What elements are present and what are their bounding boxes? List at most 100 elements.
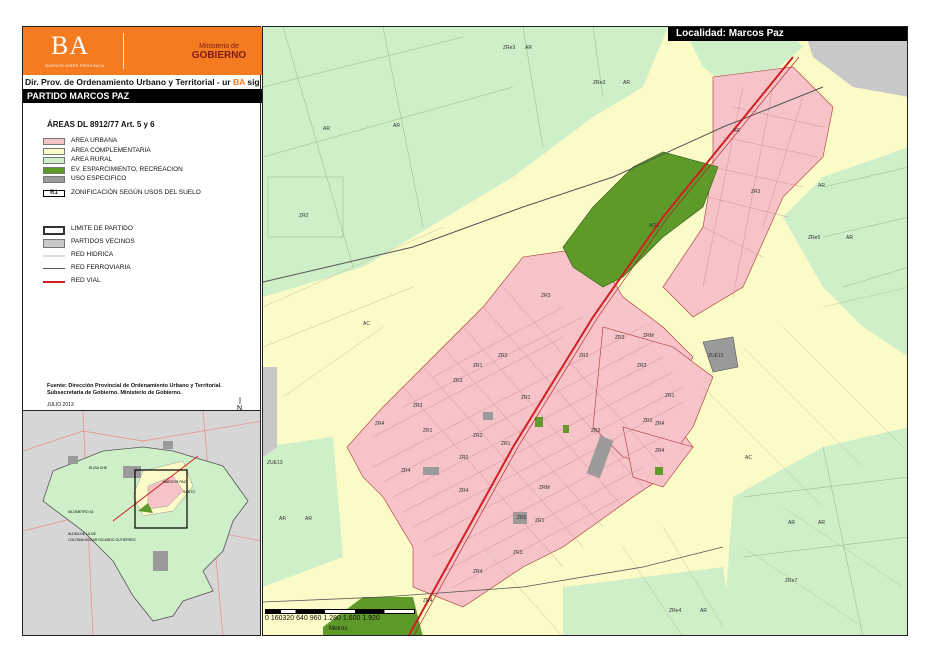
swatch-neighbors	[43, 239, 65, 248]
legend-item-road: RED VIAL	[43, 277, 253, 290]
locality-title: Localidad: Marcos Paz	[668, 27, 907, 41]
legend-label: USO ESPECIFICO	[71, 175, 127, 182]
areas-legend: AREA URBANA AREA COMPLEMENTARIA AREA RUR…	[43, 137, 253, 198]
zone-label: ZR2	[579, 353, 589, 359]
map-date: JULIO 2013	[47, 402, 74, 408]
zoning-label: ZONIFICACIÓN SEGÚN USOS DEL SUELO	[71, 188, 201, 196]
swatch-recreation	[43, 166, 65, 174]
zone-label: ZRM	[643, 333, 654, 339]
overview-map-canvas: ELISA CHE MARCOS PAZ SANTO KILOMETRO 42 …	[23, 411, 260, 635]
directorate-text: Dir. Prov. de Ordenamiento Urbano y Terr…	[25, 77, 231, 87]
zone-label: ZR3	[637, 363, 647, 369]
overview-label: KILOMETRO 42	[68, 510, 94, 514]
swatch-rural	[43, 157, 65, 164]
legend-label: PARTIDOS VECINOS	[71, 238, 135, 245]
zone-label: AR	[305, 516, 312, 522]
zoning-code: R1	[43, 189, 65, 197]
zone-label: AC	[363, 321, 370, 327]
scale-labels: 0 160320 640 960 1.280 1.600 1.920	[265, 615, 380, 622]
legend-item-complementary: AREA COMPLEMENTARIA	[43, 147, 253, 157]
zone-label: ZR3	[615, 335, 625, 341]
legend-item-neighbors: PARTIDOS VECINOS	[43, 238, 253, 251]
zone-label: AR	[700, 608, 707, 614]
zone-label: AR	[279, 516, 286, 522]
zone-label: ZR2	[643, 418, 653, 424]
legend-item-rail: RED FERROVIARIA	[43, 264, 253, 277]
main-map[interactable]: ZRe3 AR ZRe3 AR ZR3 AR AR ZRe5 AR AO1 AR…	[262, 26, 908, 636]
legend-label: AREA URBANA	[71, 137, 118, 144]
overview-label: SANTO	[183, 490, 195, 494]
source-line2: Subsecretaria de Gobierno. Ministerio de…	[47, 390, 182, 396]
zone-label: AR	[525, 45, 532, 51]
zone-label: ZR2	[459, 455, 469, 461]
swatch-urban	[43, 138, 65, 145]
zone-label: ZRM	[539, 485, 550, 491]
overview-label: ELISA CHE	[89, 466, 108, 470]
zone-label: ZR4	[401, 468, 411, 474]
zone-label: ZR3	[453, 378, 463, 384]
ba-logo: BA BUENOS AIRES PROVINCIA	[29, 31, 121, 71]
zone-label: ZR2	[473, 433, 483, 439]
zone-label: ZR4	[423, 598, 433, 604]
scale-unit: Metros	[329, 626, 348, 632]
zone-label: ZR4	[459, 488, 469, 494]
legend-item-zoning: R1 ZONIFICACIÓN SEGÚN USOS DEL SUELO	[43, 189, 253, 199]
zone-label: AO1	[649, 223, 659, 229]
legend-label: RED VIAL	[71, 277, 101, 284]
zone-label: AR	[393, 123, 400, 129]
zone-label: ZR4	[473, 569, 483, 575]
legend-item-water: RED HIDRICA	[43, 251, 253, 264]
zone-label: ZR4	[655, 421, 665, 427]
zone-label: ZR3	[541, 293, 551, 299]
legend-label: RED HIDRICA	[71, 251, 114, 258]
zone-label: ZR1	[665, 393, 675, 399]
scale-bar-graphic	[265, 609, 415, 614]
legend-title: ÁREAS DL 8912/77 Art. 5 y 6	[47, 120, 155, 129]
zone-label: AR	[818, 520, 825, 526]
source-line1: Fuente: Dirección Provincial de Ordenami…	[47, 383, 222, 389]
swatch-specific-use	[43, 176, 65, 183]
north-arrow-glyph: N	[237, 397, 242, 412]
overview-map[interactable]: ELISA CHE MARCOS PAZ SANTO KILOMETRO 42 …	[22, 410, 261, 636]
zone-label: ZR1	[423, 428, 433, 434]
partido-title: PARTIDO MARCOS PAZ	[23, 89, 262, 103]
ministry-logo: Ministerio de GOBIERNO	[181, 43, 257, 61]
brand-header: BA BUENOS AIRES PROVINCIA Ministerio de …	[23, 27, 262, 75]
zone-label: ZR1	[473, 363, 483, 369]
zone-label: ZR4	[375, 421, 385, 427]
legend-label: RED FERROVIARIA	[71, 264, 131, 271]
swatch-water	[43, 255, 65, 257]
directorate-title: Dir. Prov. de Ordenamiento Urbano y Terr…	[25, 77, 262, 87]
swatch-complementary	[43, 147, 65, 155]
zone-label: ZR3	[413, 403, 423, 409]
overview-label: MARCOS PAZ	[163, 480, 187, 484]
brand-subtitle: BUENOS AIRES PROVINCIA	[45, 63, 105, 68]
zone-label: ZR1	[501, 441, 511, 447]
legend-item-urban: AREA URBANA	[43, 137, 253, 147]
ministry-line1: Ministerio de	[199, 43, 239, 50]
zone-label: AR	[733, 128, 740, 134]
zone-label: AR	[818, 183, 825, 189]
zone-label: AC	[745, 455, 752, 461]
zone-label: ZR3	[513, 550, 523, 556]
main-map-canvas: ZRe3 AR ZRe3 AR ZR3 AR AR ZRe5 AR AO1 AR…	[263, 27, 907, 635]
overview-label: ALDEA DE LA DE	[68, 532, 97, 536]
zone-label: ZRe4	[669, 608, 681, 614]
zone-label: ZR1	[521, 395, 531, 401]
legend-label: EV. ESPARCIMIENTO, RECREACION	[71, 165, 183, 173]
zone-label: ZR2	[591, 428, 601, 434]
zone-label: ZR2	[299, 213, 309, 219]
zone-label: AR	[788, 520, 795, 526]
directorate-accent: BA	[233, 77, 245, 87]
overview-label: COLONIA HOGAR RICARDO GUTIERREZ	[68, 538, 137, 542]
ministry-line2: GOBIERNO	[191, 50, 247, 61]
swatch-road	[43, 281, 65, 283]
legend-item-recreation: EV. ESPARCIMIENTO, RECREACION	[43, 166, 253, 176]
zone-label: ZR4	[655, 448, 665, 454]
zone-label: AR	[323, 126, 330, 132]
zone-label: ZRe7	[785, 578, 797, 584]
zone-label: AR	[846, 235, 853, 241]
zone-label: ZRe3	[503, 45, 515, 51]
boundaries-legend: LIMITE DE PARTIDO PARTIDOS VECINOS RED H…	[43, 225, 253, 290]
zone-label: ZR3	[498, 353, 508, 359]
